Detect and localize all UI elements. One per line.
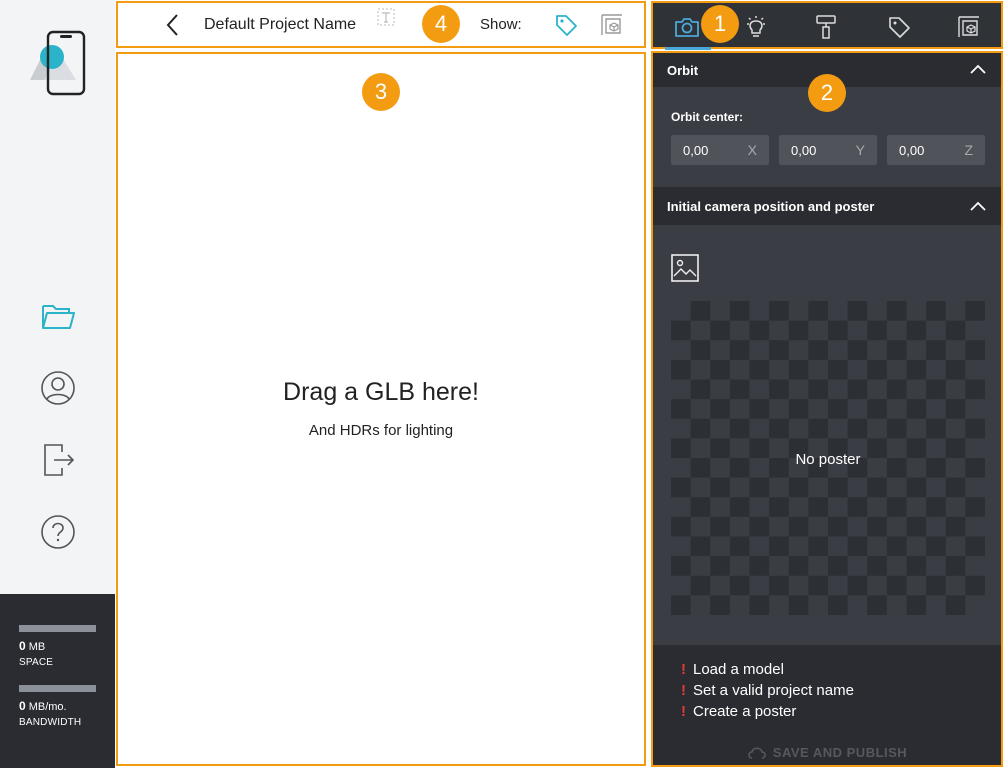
cloud-upload-icon [748, 746, 766, 759]
app-logo [28, 30, 88, 96]
camera-poster-section-header[interactable]: Initial camera position and poster [653, 187, 1001, 225]
orbit-center-label: Orbit center: [671, 110, 744, 124]
orbit-center-z-input[interactable]: 0,00 Z [887, 135, 985, 165]
drop-title: Drag a GLB here! [283, 378, 479, 406]
publish-section: ! Load a model ! Set a valid project name … [653, 645, 1001, 765]
callout-badge-4: 4 [422, 5, 460, 43]
warning-create-poster: ! Create a poster [681, 703, 797, 720]
callout-badge-1: 1 [701, 5, 739, 43]
space-usage-bar [19, 625, 96, 632]
show-label: Show: [480, 16, 522, 33]
orbit-center-x-input[interactable]: 0,00 X [671, 135, 769, 165]
user-profile-icon[interactable] [38, 368, 78, 408]
callout-badge-3: 3 [362, 73, 400, 111]
drop-subtitle: And HDRs for lighting [308, 422, 454, 439]
lightbulb-icon[interactable] [736, 10, 776, 44]
usage-panel: 0 MB SPACE 0 MB/mo. BANDWIDTH [0, 594, 115, 768]
poster-preview: No poster [671, 301, 985, 615]
image-icon[interactable] [671, 254, 699, 282]
top-header: Default Project Name Show: [116, 1, 646, 48]
warning-project-name: ! Set a valid project name [681, 682, 854, 699]
help-icon[interactable] [38, 512, 78, 552]
camera-settings-panel: Orbit Orbit center: 0,00 X 0,00 Y 0,00 Z In… [651, 51, 1003, 767]
bandwidth-label: BANDWIDTH [19, 717, 82, 728]
tag-icon[interactable] [879, 10, 919, 44]
space-label: SPACE [19, 657, 54, 668]
no-poster-text: No poster [795, 451, 861, 468]
logout-icon[interactable] [38, 440, 78, 480]
chevron-up-icon[interactable] [969, 199, 987, 213]
dimensions-icon[interactable] [949, 10, 989, 44]
orbit-title: Orbit [667, 62, 699, 78]
paint-roller-icon[interactable] [806, 10, 846, 44]
orbit-center-y-input[interactable]: 0,00 Y [779, 135, 877, 165]
back-chevron-icon[interactable] [162, 12, 184, 38]
model-drop-zone[interactable]: Drag a GLB here! And HDRs for lighting [116, 52, 646, 766]
bandwidth-value: 0 MB/mo. [19, 699, 67, 713]
left-sidebar: 0 MB SPACE 0 MB/mo. BANDWIDTH [0, 0, 115, 768]
project-name[interactable]: Default Project Name [204, 16, 356, 34]
show-hotspots-tag-icon[interactable] [554, 13, 578, 37]
chevron-up-icon[interactable] [969, 62, 987, 76]
rename-text-icon[interactable] [377, 8, 395, 26]
show-dimensions-icon[interactable] [600, 13, 624, 37]
save-and-publish-button[interactable]: SAVE AND PUBLISH [653, 745, 1001, 760]
callout-badge-2: 2 [808, 74, 846, 112]
bandwidth-usage-bar [19, 685, 96, 692]
camera-poster-title: Initial camera position and poster [667, 198, 875, 214]
space-value: 0 MB [19, 639, 46, 653]
folder-icon[interactable] [38, 296, 78, 336]
warning-load-model: ! Load a model [681, 661, 784, 678]
